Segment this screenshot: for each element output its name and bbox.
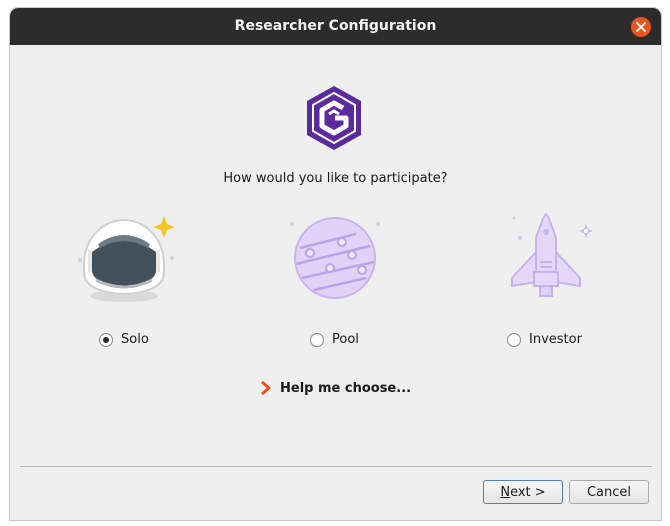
cancel-button[interactable]: Cancel [569,480,649,504]
chevron-right-icon [261,380,271,396]
solo-radio[interactable] [99,332,113,347]
help-link-label: Help me choose... [280,380,412,396]
next-mnemonic: N [500,484,511,500]
next-label-rest: ext > [510,484,546,500]
investor-radio[interactable] [507,332,521,347]
space-shuttle-icon [511,212,593,297]
window-title: Researcher Configuration [234,18,437,34]
option-solo[interactable]: Solo [99,332,149,347]
astronaut-helmet-icon [78,216,175,302]
option-investor[interactable]: Investor [507,332,582,347]
investor-label: Investor [529,332,582,347]
close-button[interactable] [631,17,651,37]
close-icon [636,22,646,32]
pool-radio[interactable] [310,332,324,347]
participation-question: How would you like to participate? [223,171,448,186]
title-bar[interactable]: Researcher Configuration [10,8,661,45]
planet-icon [290,217,380,299]
dialog-window: Researcher Configuration How would you l… [10,8,661,520]
footer-separator [20,466,652,467]
solo-label: Solo [121,332,149,347]
gridcoin-logo-icon [307,86,361,150]
pool-label: Pool [332,332,359,347]
option-pool[interactable]: Pool [310,332,359,347]
next-button[interactable]: Next > [483,480,563,504]
help-me-choose-link[interactable]: Help me choose... [260,380,411,396]
